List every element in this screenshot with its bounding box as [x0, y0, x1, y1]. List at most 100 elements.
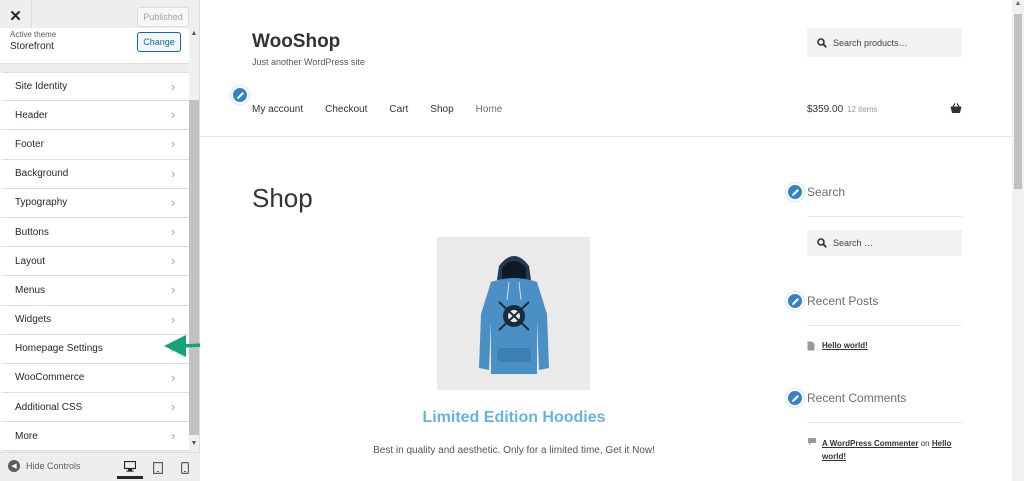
- panel-additional-css[interactable]: Additional CSS ›: [0, 393, 189, 423]
- cart-total: $359.00: [807, 104, 844, 115]
- panel-site-identity[interactable]: Site Identity ›: [0, 72, 189, 102]
- sidebar-scrollbar-thumb[interactable]: [189, 100, 199, 435]
- desktop-icon: [124, 461, 136, 472]
- panel-label: Header: [15, 109, 48, 121]
- page-title: Shop: [252, 183, 313, 213]
- panel-typography[interactable]: Typography ›: [0, 188, 189, 218]
- comment-post-link-part2[interactable]: world!: [822, 452, 846, 461]
- site-title[interactable]: WooShop: [252, 31, 340, 53]
- mobile-preview-button[interactable]: [172, 457, 198, 479]
- panel-more[interactable]: More ›: [0, 422, 189, 452]
- basket-icon: [950, 103, 962, 113]
- product-image[interactable]: [437, 237, 590, 390]
- panel-woocommerce[interactable]: WooCommerce ›: [0, 363, 189, 394]
- active-theme-name: Storefront: [10, 41, 54, 52]
- panel-label: Site Identity: [15, 81, 68, 93]
- nav-cart[interactable]: Cart: [389, 104, 408, 115]
- close-icon: ✕: [9, 8, 22, 25]
- primary-navigation: My account Checkout Cart Shop Home: [252, 104, 524, 115]
- nav-shop[interactable]: Shop: [430, 104, 453, 115]
- customizer-sidebar: ✕ Published Active theme Storefront Chan…: [0, 0, 200, 481]
- hide-controls-button[interactable]: ◀ Hide Controls: [8, 460, 81, 472]
- customizer-footer: ◀ Hide Controls: [0, 452, 200, 481]
- widget-search-title: Search: [807, 185, 846, 199]
- widget-divider: [807, 325, 962, 326]
- product-description: Best in quality and aesthetic. Only for …: [373, 445, 655, 456]
- edit-widget-search-shortcut[interactable]: [786, 183, 804, 201]
- header-cart[interactable]: $359.00 12 items: [807, 103, 962, 115]
- chevron-right-icon: ›: [171, 311, 176, 327]
- panel-header[interactable]: Header ›: [0, 101, 189, 131]
- panel-footer[interactable]: Footer ›: [0, 130, 189, 160]
- search-placeholder: Search products…: [833, 37, 908, 48]
- desktop-preview-button[interactable]: [117, 457, 143, 479]
- scroll-up-icon[interactable]: ▲: [1012, 0, 1024, 12]
- edit-widget-recent-posts-shortcut[interactable]: [786, 292, 804, 310]
- customizer-panel-list: Site Identity › Header › Footer › Backgroun…: [0, 72, 189, 452]
- published-button[interactable]: Published: [137, 7, 189, 27]
- pencil-icon: [236, 91, 244, 99]
- chevron-right-icon: ›: [171, 194, 176, 210]
- change-theme-button[interactable]: Change: [137, 32, 181, 52]
- hide-controls-label: Hide Controls: [26, 461, 81, 471]
- panel-label: Footer: [15, 138, 44, 150]
- nav-my-account[interactable]: My account: [252, 104, 303, 115]
- header-divider: [200, 136, 1012, 137]
- widget-search-placeholder: Search …: [833, 238, 874, 248]
- chevron-right-icon: ›: [171, 136, 176, 152]
- recent-comment: A WordPress Commenter on Hello world!: [822, 437, 962, 463]
- document-icon: [807, 341, 815, 351]
- widget-recent-comments-title: Recent Comments: [807, 391, 907, 405]
- chevron-right-icon: ›: [171, 399, 176, 415]
- hoodie-image: [478, 255, 549, 374]
- panel-label: WooCommerce: [15, 372, 85, 384]
- panel-label: Background: [15, 168, 69, 180]
- chevron-right-icon: ›: [171, 253, 176, 269]
- tablet-preview-button[interactable]: [145, 457, 171, 479]
- comment-post-link-part1[interactable]: Hello: [932, 439, 952, 448]
- search-icon: [817, 238, 827, 248]
- panel-label: Homepage Settings: [15, 343, 103, 355]
- widget-divider: [807, 216, 962, 217]
- product-title-link[interactable]: Limited Edition Hoodies: [314, 409, 714, 427]
- site-preview: WooShop Just another WordPress site Sear…: [200, 0, 1012, 481]
- recent-post-link[interactable]: Hello world!: [822, 341, 868, 350]
- chevron-right-icon: ›: [171, 369, 176, 385]
- comment-on-text: on: [920, 439, 930, 448]
- panel-menus[interactable]: Menus ›: [0, 276, 189, 306]
- comment-icon: [808, 438, 816, 445]
- pencil-icon: [791, 297, 799, 305]
- panel-label: Buttons: [15, 226, 49, 238]
- panel-label: Additional CSS: [15, 401, 83, 413]
- panel-background[interactable]: Background ›: [0, 159, 189, 189]
- tablet-icon: [153, 462, 163, 474]
- panel-buttons[interactable]: Buttons ›: [0, 217, 189, 248]
- search-icon: [817, 37, 827, 48]
- chevron-right-icon: ›: [171, 282, 176, 298]
- nav-checkout[interactable]: Checkout: [325, 104, 367, 115]
- preview-scrollbar-thumb[interactable]: [1014, 14, 1022, 189]
- widget-recent-posts-title: Recent Posts: [807, 294, 879, 308]
- panel-label: Menus: [15, 284, 46, 296]
- chevron-right-icon: ›: [171, 223, 176, 239]
- widget-search-input[interactable]: Search …: [807, 230, 962, 256]
- panel-widgets[interactable]: Widgets ›: [0, 305, 189, 335]
- pencil-icon: [791, 188, 799, 196]
- panel-label: Widgets: [15, 314, 52, 326]
- edit-menu-shortcut[interactable]: [231, 86, 249, 104]
- panel-layout[interactable]: Layout ›: [0, 247, 189, 277]
- comment-author-link[interactable]: A WordPress Commenter: [822, 439, 918, 448]
- chevron-right-icon: ›: [171, 165, 176, 181]
- panel-label: Typography: [15, 197, 68, 209]
- site-description: Just another WordPress site: [252, 57, 365, 67]
- customizer-screen: ✕ Published Active theme Storefront Chan…: [0, 0, 1024, 481]
- chevron-right-icon: ›: [171, 107, 176, 123]
- nav-home[interactable]: Home: [476, 104, 503, 115]
- scroll-down-icon[interactable]: ▼: [189, 440, 199, 450]
- active-theme-caption: Active theme: [10, 30, 57, 39]
- scroll-up-icon[interactable]: ▲: [189, 30, 199, 42]
- product-search-input[interactable]: Search products…: [807, 28, 962, 57]
- cart-item-count: 12 items: [847, 105, 878, 114]
- edit-widget-recent-comments-shortcut[interactable]: [786, 389, 804, 407]
- chevron-right-icon: ›: [171, 428, 176, 444]
